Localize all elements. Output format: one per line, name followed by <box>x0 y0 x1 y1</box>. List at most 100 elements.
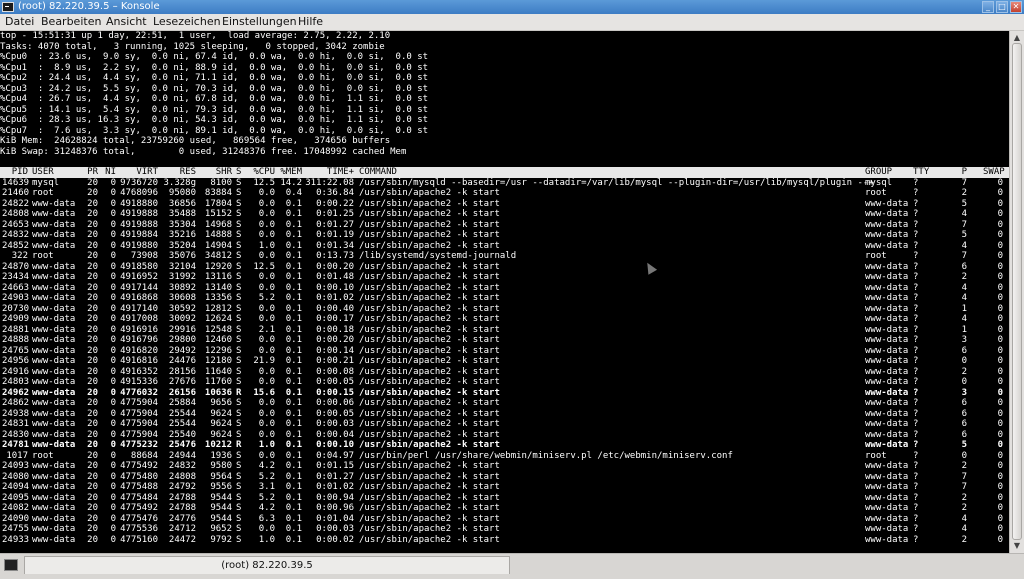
cell-group: www-data <box>865 209 909 219</box>
cell-command: /usr/sbin/apache2 -k start <box>359 272 500 282</box>
cell-pid: 21460 <box>2 188 30 198</box>
cell-user: www-data <box>32 240 76 251</box>
cell-pr: 20 <box>87 303 98 314</box>
cell-processor: 2 <box>961 272 967 282</box>
cell-pid: 24653 <box>2 219 30 230</box>
menu-datei[interactable]: Datei <box>5 15 34 28</box>
cell-tty: ? <box>913 461 919 471</box>
cell-processor: 4 <box>961 293 967 303</box>
vertical-scrollbar[interactable]: ▲ ▼ <box>1009 31 1024 553</box>
cell-state: S <box>236 324 242 335</box>
cell-cpu: 6.3 <box>258 513 275 524</box>
cell-cpu: 1.0 <box>258 240 275 251</box>
cell-command: /usr/sbin/apache2 -k start <box>359 198 500 209</box>
cell-command: /usr/sbin/apache2 -k start <box>359 261 500 272</box>
cell-state: S <box>236 534 242 545</box>
cell-pid: 24862 <box>2 398 30 408</box>
cell-pr: 20 <box>87 345 98 356</box>
cell-command: /usr/sbin/apache2 -k start <box>359 335 500 345</box>
process-row: 1017 root 20 0 88684 24944 1936 S 0.0 0.1 0:04.97 /… <box>0 451 1009 462</box>
cell-tty: ? <box>913 293 919 303</box>
process-row: 24962 www-data 20 0 4776032 26156 10636 R 15.6 0.… <box>0 388 1009 399</box>
process-row: 24888 www-data 20 0 4916796 29800 12460 S 0.0 0.1… <box>0 335 1009 346</box>
cell-group: www-data <box>865 503 909 513</box>
cell-ni: 0 <box>110 240 116 251</box>
cell-shr: 9652 <box>210 524 232 534</box>
cell-mem: 0.1 <box>285 293 302 303</box>
cell-swap: 0 <box>997 209 1003 219</box>
window-title-bar[interactable]: (root) 82.220.39.5 – Konsole _ □ ✕ <box>0 0 1024 14</box>
scrollbar-thumb[interactable] <box>1012 43 1022 540</box>
menu-einstellungen[interactable]: Einstellungen <box>222 15 297 28</box>
cell-res: 31992 <box>168 272 196 282</box>
cell-swap: 0 <box>997 335 1003 345</box>
cell-time: 0:01.15 <box>316 461 354 471</box>
cell-swap: 0 <box>997 345 1003 356</box>
cell-time: 0:00.18 <box>316 324 354 335</box>
cell-user: www-data <box>32 356 76 366</box>
cell-ni: 0 <box>110 335 116 345</box>
scroll-down-icon[interactable]: ▼ <box>1011 540 1023 552</box>
cell-swap: 0 <box>997 377 1003 387</box>
cell-res: 25884 <box>168 398 196 408</box>
cell-mem: 0.1 <box>285 429 302 440</box>
cell-command: /lib/systemd/systemd-journald <box>359 251 517 261</box>
maximize-icon[interactable]: □ <box>996 1 1008 13</box>
cell-res: 29916 <box>168 324 196 335</box>
cell-user: www-data <box>32 408 76 419</box>
menu-bar: Datei Bearbeiten Ansicht Lesezeichen Ein… <box>0 14 1024 31</box>
cell-cpu: 21.9 <box>253 356 275 366</box>
cell-res: 32104 <box>168 261 196 272</box>
cell-group: www-data <box>865 398 909 408</box>
terminal-output[interactable]: top - 15:51:31 up 1 day, 22:51, 1 user, … <box>0 31 1009 553</box>
cell-ni: 0 <box>110 513 116 524</box>
cell-pid: 1017 <box>6 450 28 461</box>
column-header-user: USER <box>32 167 54 177</box>
cell-time: 0:01.48 <box>316 272 354 282</box>
cell-cpu: 1.0 <box>258 440 275 450</box>
menu-lesezeichen[interactable]: Lesezeichen <box>153 15 221 28</box>
cell-state: S <box>236 293 242 303</box>
cell-ni: 0 <box>110 408 116 419</box>
session-tab[interactable]: (root) 82.220.39.5 <box>24 556 510 574</box>
cell-group: www-data <box>865 314 909 324</box>
cell-swap: 0 <box>997 293 1003 303</box>
cell-group: www-data <box>865 482 909 492</box>
cell-tty: ? <box>913 387 919 398</box>
cell-processor: 1 <box>961 324 967 335</box>
cell-time: 0:00.20 <box>316 335 354 345</box>
cell-res: 35488 <box>168 209 196 219</box>
cell-group: www-data <box>865 524 909 534</box>
process-table-header: PID USER PR NI VIRT RES SHR S %CPU %MEM TIME+ COMMA… <box>0 167 1009 178</box>
cell-state: S <box>236 282 242 293</box>
cell-swap: 0 <box>997 534 1003 545</box>
cell-mem: 0.1 <box>285 356 302 366</box>
menu-hilfe[interactable]: Hilfe <box>298 15 323 28</box>
cell-ni: 0 <box>110 377 116 387</box>
close-icon[interactable]: ✕ <box>1010 1 1022 13</box>
cell-cpu: 5.2 <box>258 492 275 503</box>
cell-pr: 20 <box>87 419 98 429</box>
cell-ni: 0 <box>110 387 116 398</box>
cell-processor: 7 <box>961 482 967 492</box>
terminal-app-icon[interactable] <box>2 2 14 12</box>
cell-pid: 24956 <box>2 356 30 366</box>
cell-pr: 20 <box>87 324 98 335</box>
cell-pr: 20 <box>87 219 98 230</box>
cell-swap: 0 <box>997 471 1003 482</box>
process-row: 24090 www-data 20 0 4775476 24776 9544 S 6.3 0.1 0… <box>0 514 1009 525</box>
cell-group: www-data <box>865 303 909 314</box>
cell-swap: 0 <box>997 261 1003 272</box>
minimize-icon[interactable]: _ <box>982 1 994 13</box>
menu-ansicht[interactable]: Ansicht <box>106 15 147 28</box>
cell-res: 28156 <box>168 366 196 377</box>
cell-ni: 0 <box>110 398 116 408</box>
menu-bearbeiten[interactable]: Bearbeiten <box>41 15 101 28</box>
cell-pid: 24755 <box>2 524 30 534</box>
cell-time: 0:00.15 <box>316 387 354 398</box>
cell-time: 0:00.03 <box>316 419 354 429</box>
new-tab-icon[interactable] <box>4 559 18 571</box>
cell-res: 24476 <box>168 356 196 366</box>
cell-tty: ? <box>913 282 919 293</box>
column-header-virt: VIRT <box>136 167 158 177</box>
